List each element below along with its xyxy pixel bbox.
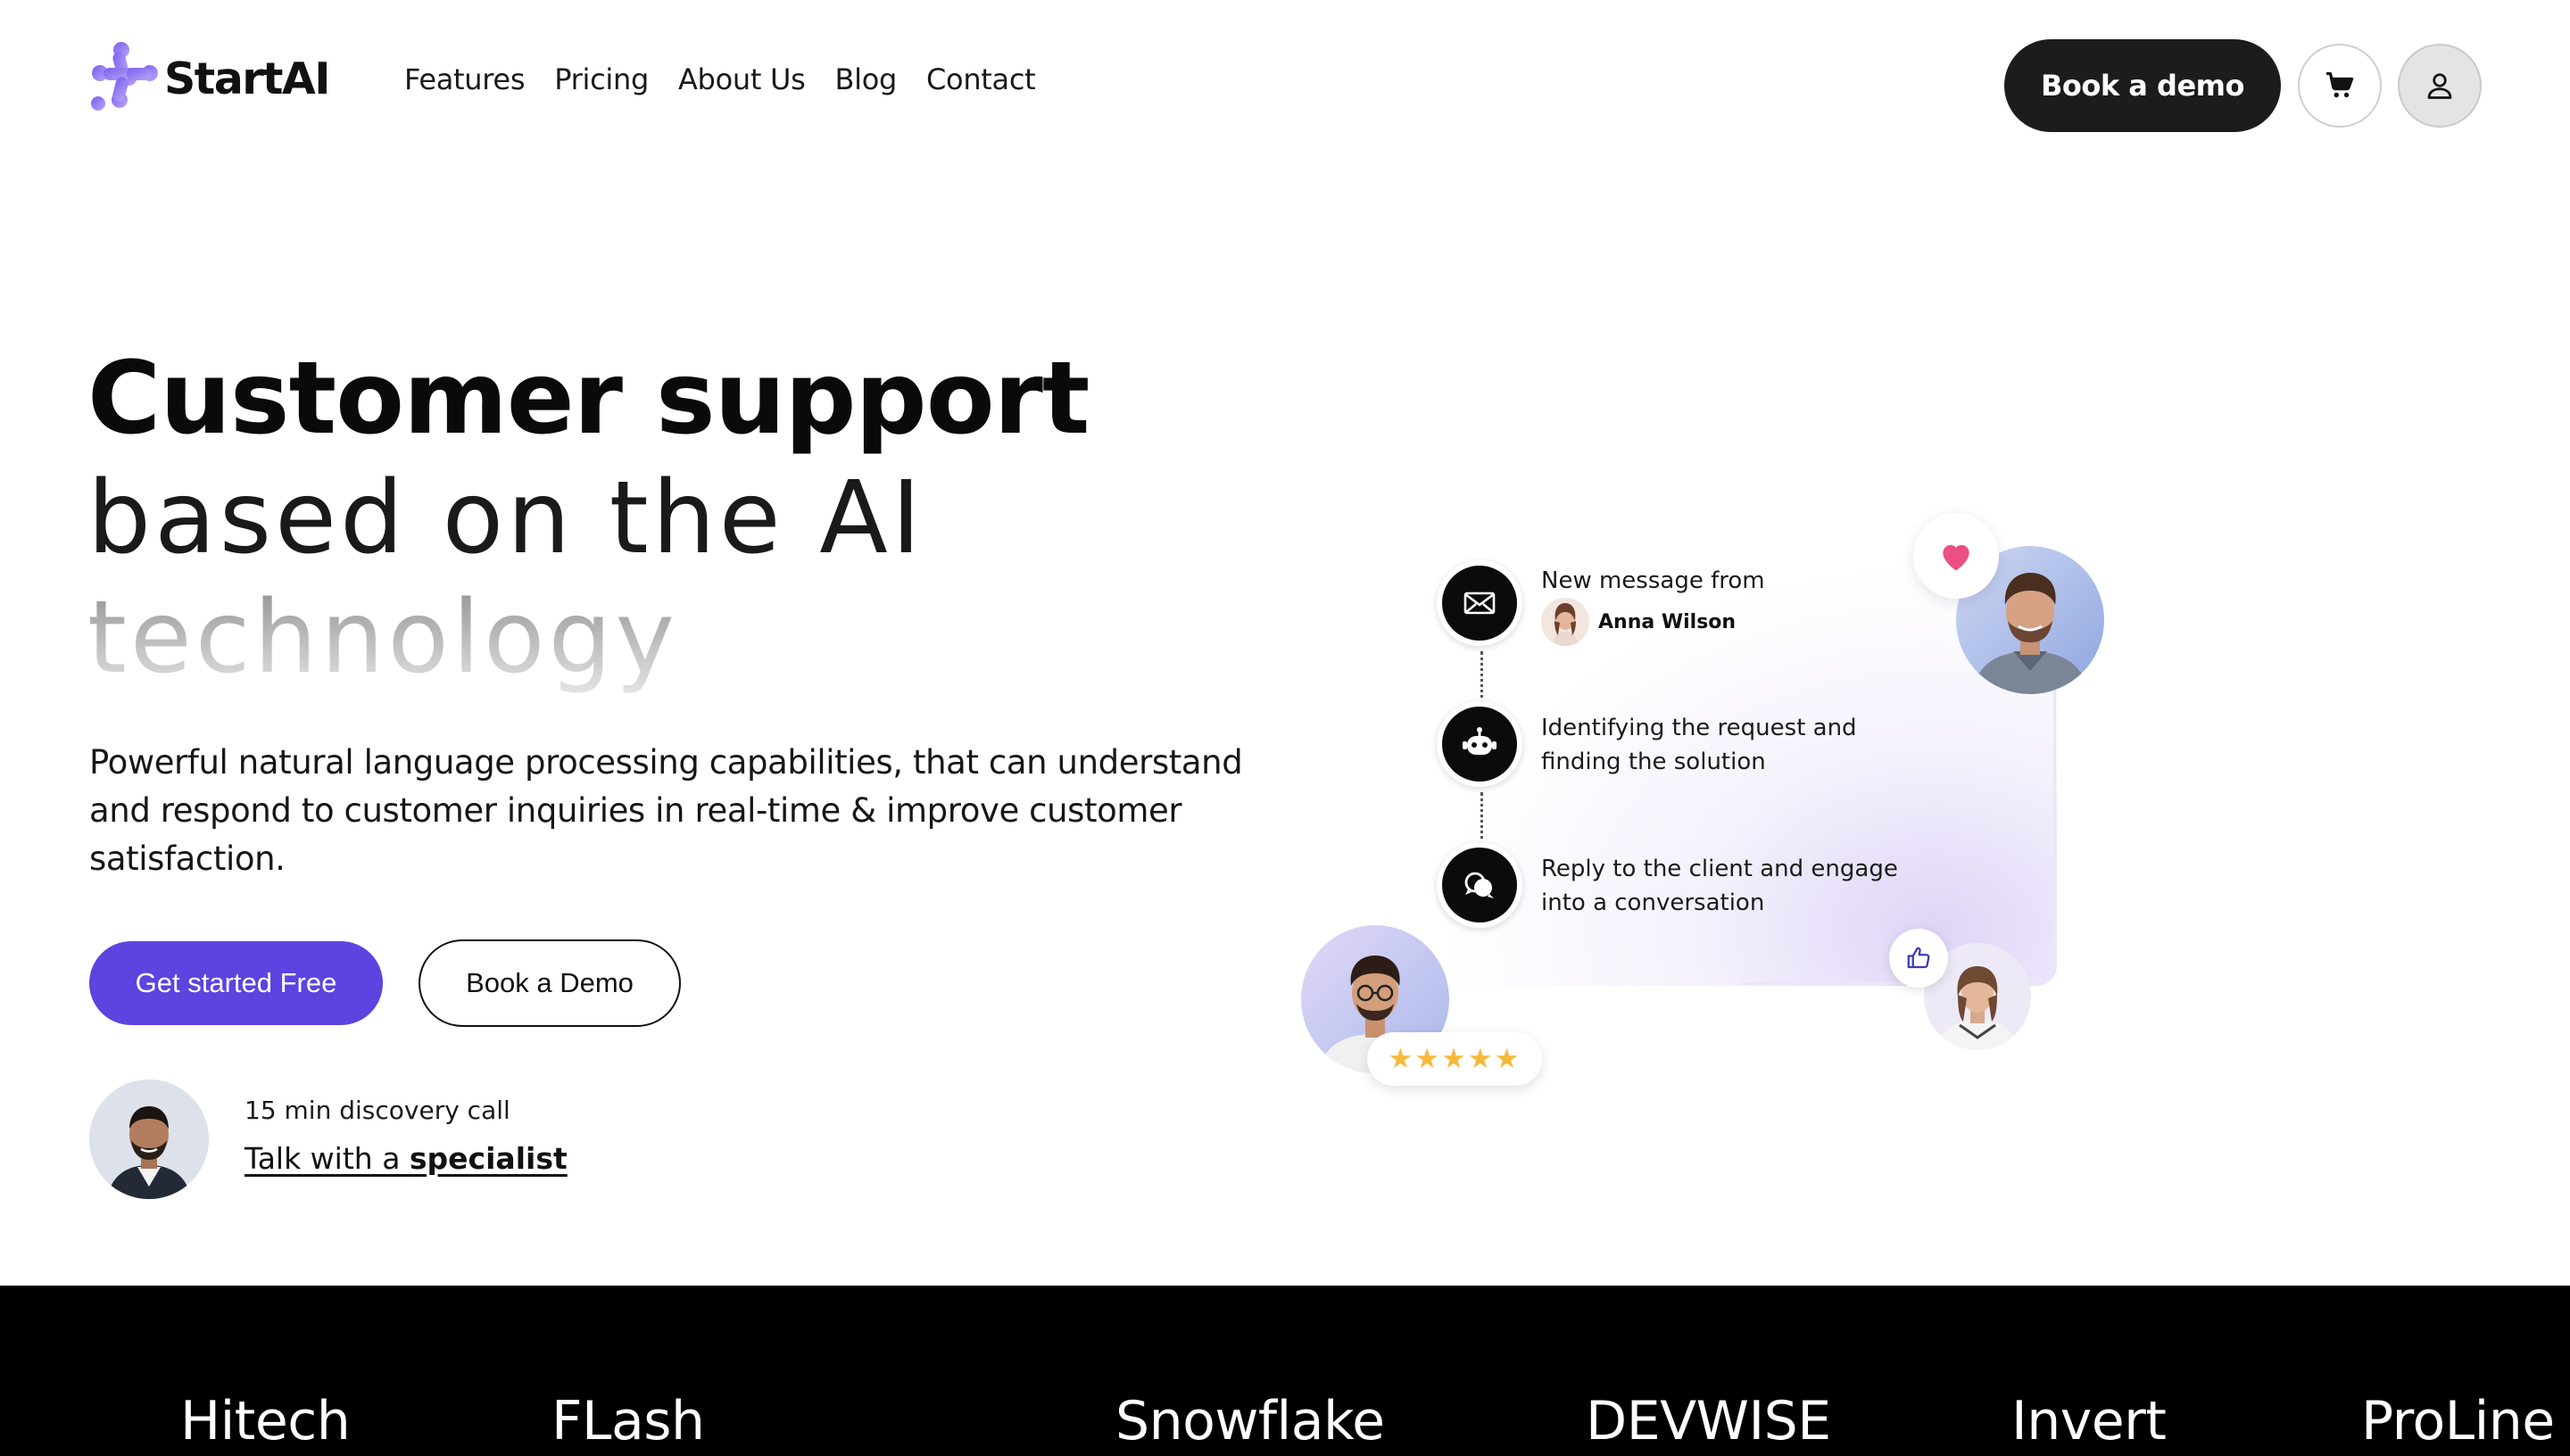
specialist-avatar [89,1080,209,1199]
cart-button[interactable] [2298,44,2382,128]
talk-prefix: Talk with a [245,1141,410,1176]
startai-logo[interactable]: StartAI [87,41,331,116]
nav-pricing[interactable]: Pricing [554,62,649,96]
step-2-icon-circle [1437,701,1522,787]
hero-title-line-3: technology [87,578,1089,698]
step-1-text: New message from [1541,567,1765,594]
brand-devwise: DEVWISE [1586,1390,1831,1452]
like-reaction [1889,929,1948,988]
logo-mark-icon [91,42,158,111]
logo-wordmark: StartAI [164,53,331,104]
robot-icon [1463,727,1496,755]
anna-wilson-avatar [1541,598,1589,646]
get-started-free-button[interactable]: Get started Free [89,941,383,1025]
step-3-text: Reply to the client and engage into a co… [1541,856,1898,916]
hero-title-line-2: based on the AI [87,460,924,576]
hero-title-line-1: Customer support [87,341,1090,457]
step-3-icon-circle [1437,842,1522,928]
book-demo-header-button[interactable]: Book a demo [2004,39,2281,132]
sender-name: Anna Wilson [1598,610,1737,633]
envelope-icon [1463,592,1496,615]
partner-brands-bar: Hitech FLash Snowflake DEVWISE Invert Pr… [0,1286,2570,1456]
step-connector-1 [1480,651,1483,705]
heart-icon [1943,544,1969,571]
nav-features[interactable]: Features [404,62,526,96]
nav-about-us[interactable]: About Us [678,62,806,96]
hero-title: Customer support based on the AI technol… [87,339,1090,698]
talk-with-specialist-link[interactable]: Talk with a specialist [245,1141,568,1176]
step-2-text: Identifying the request and finding the … [1541,715,1857,775]
cart-icon [2326,71,2354,98]
thumbs-up-icon [1907,947,1930,969]
user-icon [2427,73,2452,99]
hero-description: Powerful natural language processing cap… [89,743,1243,878]
brand-flash: FLash [551,1390,705,1452]
heart-reaction [1913,513,1999,599]
nav-blog[interactable]: Blog [834,62,897,96]
book-demo-hero-button[interactable]: Book a Demo [419,939,681,1027]
discovery-call-label: 15 min discovery call [245,1096,510,1125]
main-nav: Features Pricing About Us Blog Contact [404,62,1065,96]
account-button[interactable] [2398,44,2482,128]
talk-link-strong: specialist [409,1141,568,1176]
brand-proline: ProLine [2361,1390,2555,1452]
step-1-icon-circle [1437,560,1522,646]
site-header: StartAI Features Pricing About Us Blog C… [0,0,2570,170]
brand-snowflake: Snowflake [1115,1390,1385,1452]
five-star-rating: ★★★★★ [1367,1032,1542,1086]
brand-invert: Invert [2011,1390,2167,1452]
message-sender: Anna Wilson [1541,598,1736,646]
chat-bubbles-icon [1464,872,1494,898]
nav-contact[interactable]: Contact [926,62,1036,96]
step-connector-2 [1480,792,1483,846]
brand-hitech: Hitech [180,1390,351,1452]
